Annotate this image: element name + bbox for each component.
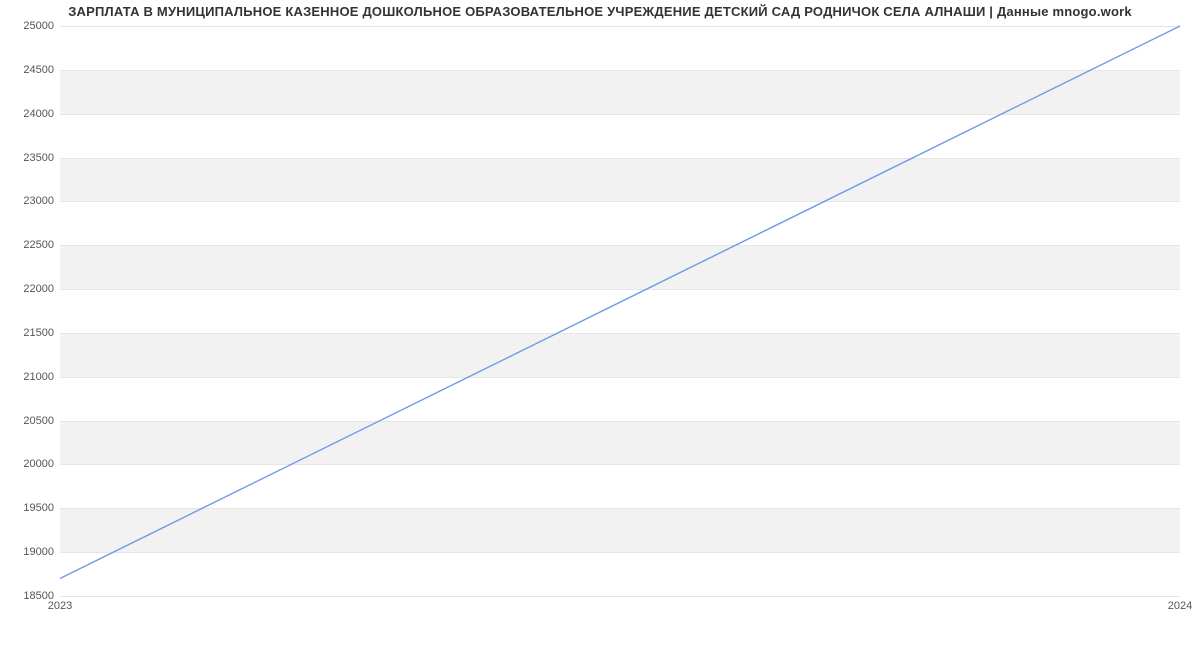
y-tick-label: 24500 xyxy=(4,64,54,76)
series-svg xyxy=(60,26,1180,596)
y-tick-label: 24000 xyxy=(4,108,54,120)
y-tick-label: 19500 xyxy=(4,502,54,514)
x-tick-label: 2023 xyxy=(48,600,72,612)
y-tick-label: 19000 xyxy=(4,546,54,558)
y-tick-label: 20500 xyxy=(4,415,54,427)
y-tick-label: 23500 xyxy=(4,152,54,164)
y-tick-label: 21000 xyxy=(4,371,54,383)
plot-area xyxy=(60,26,1180,596)
grid-line xyxy=(60,596,1180,597)
y-tick-label: 22500 xyxy=(4,239,54,251)
y-tick-label: 22000 xyxy=(4,283,54,295)
chart-container: ЗАРПЛАТА В МУНИЦИПАЛЬНОЕ КАЗЕННОЕ ДОШКОЛ… xyxy=(0,0,1200,650)
x-tick-label: 2024 xyxy=(1168,600,1192,612)
y-tick-label: 21500 xyxy=(4,327,54,339)
chart-title: ЗАРПЛАТА В МУНИЦИПАЛЬНОЕ КАЗЕННОЕ ДОШКОЛ… xyxy=(0,4,1200,19)
y-tick-label: 25000 xyxy=(4,20,54,32)
y-tick-label: 20000 xyxy=(4,458,54,470)
y-tick-label: 18500 xyxy=(4,590,54,602)
y-tick-label: 23000 xyxy=(4,195,54,207)
series-line xyxy=(60,26,1180,578)
